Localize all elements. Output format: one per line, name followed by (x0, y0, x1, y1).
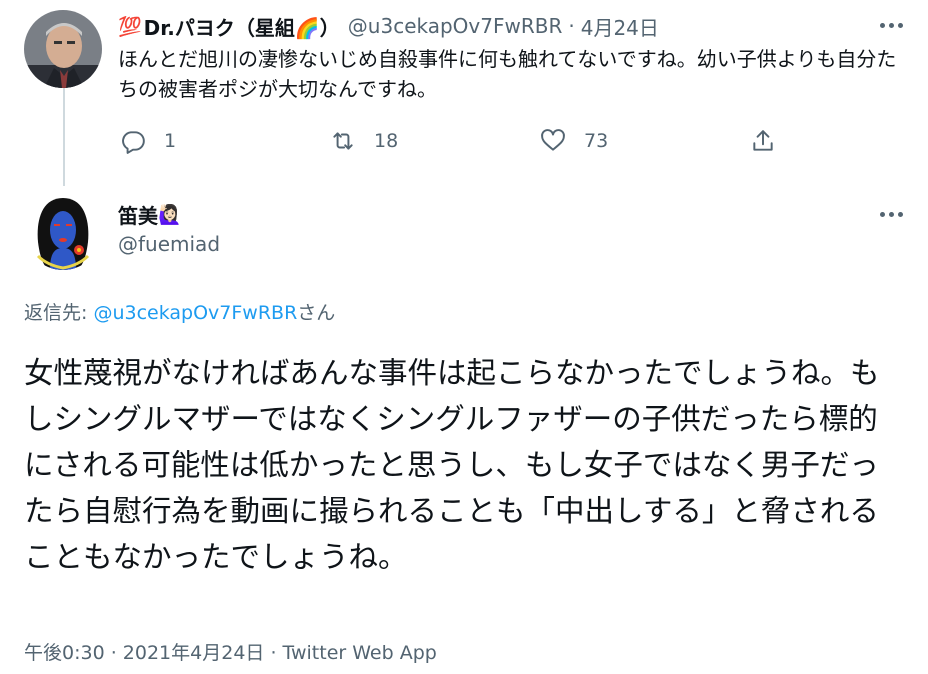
author-handle[interactable]: @u3cekapOv7FwRBR (348, 14, 563, 38)
separator-dot: · (568, 14, 575, 38)
author-name-text: 笛美 (118, 204, 158, 228)
like-button[interactable]: 73 (540, 128, 608, 154)
parent-tweet-header: 💯 Dr.パヨク（星組🌈） @u3cekapOv7FwRBR · 4月24日 (118, 12, 659, 40)
reply-button[interactable]: 1 (120, 128, 176, 154)
tweet-actions: 1 18 73 (118, 128, 798, 158)
author-handle[interactable]: @fuemiad (118, 232, 220, 256)
avatar-illustration-icon (24, 192, 102, 270)
replying-prefix: 返信先: (24, 302, 94, 324)
like-count: 73 (584, 130, 609, 152)
avatar[interactable] (24, 192, 102, 270)
hundred-points-icon: 💯 (118, 15, 142, 38)
replying-suffix: さん (297, 302, 336, 324)
person-raising-hand-icon: 🙋🏻‍♀️ (158, 204, 182, 226)
replying-to-link[interactable]: @u3cekapOv7FwRBR (93, 302, 297, 324)
more-horizontal-icon[interactable] (880, 23, 903, 28)
parent-tweet-text: ほんとだ旭川の凄惨ないじめ自殺事件に何も触れてないですね。幼い子供よりも自分たち… (118, 47, 897, 101)
share-icon (753, 130, 773, 151)
replying-to: 返信先: @u3cekapOv7FwRBRさん (24, 298, 335, 325)
retweet-count: 18 (374, 130, 399, 152)
retweet-button[interactable]: 18 (330, 128, 398, 154)
avatar-photo-icon (24, 10, 102, 88)
author-name[interactable]: 笛美 🙋🏻‍♀️ (118, 200, 184, 229)
share-button[interactable] (750, 128, 776, 154)
avatar[interactable] (24, 10, 102, 88)
main-tweet-text: 女性蔑視がなければあんな事件は起こらなかったでしょうね。もしシングルマザーではな… (24, 356, 880, 574)
heart-icon (541, 129, 565, 151)
reply-icon (122, 131, 145, 154)
author-name[interactable]: Dr.パヨク（星組🌈） (144, 12, 340, 41)
tweet-timestamp-footer[interactable]: 午後0:30 · 2021年4月24日 · Twitter Web App (24, 638, 437, 665)
thread-connector-line (63, 86, 65, 186)
retweet-icon (333, 132, 353, 150)
reply-count: 1 (164, 130, 177, 152)
tweet-date[interactable]: 4月24日 (581, 12, 659, 41)
more-horizontal-icon[interactable] (880, 212, 903, 217)
